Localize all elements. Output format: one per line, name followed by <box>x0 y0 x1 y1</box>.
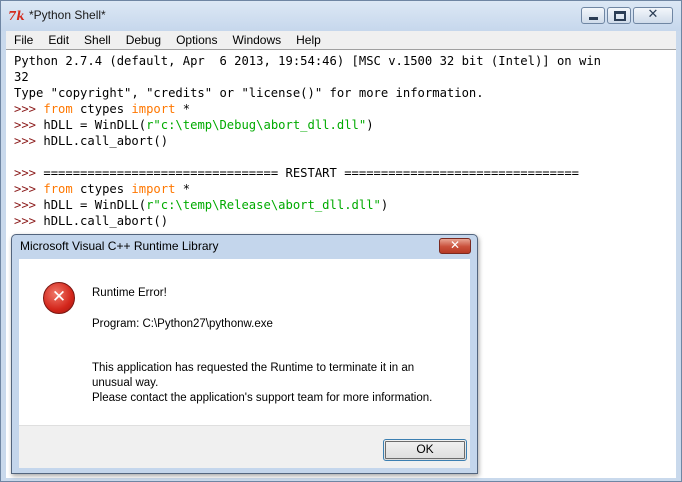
dialog-title: Microsoft Visual C++ Runtime Library <box>20 239 219 253</box>
prompt: >>> <box>14 118 37 132</box>
code-text: ctypes <box>72 182 132 196</box>
banner-line-2: 32 <box>14 70 29 84</box>
dialog-close-button[interactable]: ✕ <box>439 238 471 254</box>
restart-banner: ================================ RESTART… <box>36 166 579 180</box>
window-title: *Python Shell* <box>29 8 106 22</box>
menu-windows[interactable]: Windows <box>224 31 288 47</box>
shell-output: Python 2.7.4 (default, Apr 6 2013, 19:54… <box>14 53 601 229</box>
message-line: Please contact the application's support… <box>92 392 433 404</box>
keyword: import <box>131 102 176 116</box>
maximize-button[interactable] <box>607 7 631 24</box>
shell-line: >>> ================================ RES… <box>14 165 601 181</box>
code-text: ) <box>366 118 374 132</box>
shell-line: >>> hDLL = WinDLL(r"c:\temp\Release\abor… <box>14 197 601 213</box>
code-text: ctypes <box>72 102 132 116</box>
prompt: >>> <box>14 214 37 228</box>
code-text: ) <box>380 198 389 212</box>
code-text: hDLL = WinDLL( <box>36 118 147 132</box>
error-heading: Runtime Error! <box>92 287 167 299</box>
menu-edit[interactable]: Edit <box>40 31 76 47</box>
prompt: >>> <box>14 182 37 196</box>
menu-help[interactable]: Help <box>288 31 328 47</box>
error-message: This application has requested the Runti… <box>92 361 432 406</box>
menu-options[interactable]: Options <box>168 31 224 47</box>
close-button[interactable]: ✕ <box>633 7 673 24</box>
prompt: >>> <box>14 134 37 148</box>
minimize-button[interactable] <box>581 7 605 24</box>
keyword: from <box>43 182 73 196</box>
shell-line: >>> from ctypes import * <box>14 101 601 117</box>
code-text: hDLL = WinDLL( <box>36 198 147 212</box>
prompt: >>> <box>14 166 37 180</box>
error-icon: ✕ <box>43 282 75 314</box>
menu-file[interactable]: File <box>6 31 40 47</box>
shell-line: >>> from ctypes import * <box>14 181 601 197</box>
code-text: * <box>175 102 191 116</box>
shell-line: >>> hDLL.call_abort() <box>14 133 601 149</box>
shell-line: >>> hDLL.call_abort() <box>14 213 601 229</box>
message-line: unusual way. <box>92 377 159 389</box>
prompt: >>> <box>14 198 37 212</box>
title-bar[interactable]: 7k *Python Shell* ✕ <box>1 1 681 31</box>
window-controls: ✕ <box>581 7 673 24</box>
prompt: >>> <box>14 102 37 116</box>
shell-line: >>> hDLL = WinDLL(r"c:\temp\Debug\abort_… <box>14 117 601 133</box>
menu-shell[interactable]: Shell <box>76 31 118 47</box>
tk-feather-icon: 7k <box>8 9 25 23</box>
menu-bar: File Edit Shell Debug Options Windows Help <box>6 31 676 49</box>
banner-line-1: Python 2.7.4 (default, Apr 6 2013, 19:54… <box>14 54 601 68</box>
dialog-body: ✕ Runtime Error! Program: C:\Python27\py… <box>19 259 470 425</box>
runtime-error-dialog: Microsoft Visual C++ Runtime Library ✕ ✕… <box>11 234 478 474</box>
close-icon: ✕ <box>449 238 461 252</box>
banner-line-3: Type "copyright", "credits" or "license(… <box>14 86 484 100</box>
keyword: from <box>43 102 73 116</box>
message-line: This application has requested the Runti… <box>92 362 415 374</box>
code-text: * <box>175 182 191 196</box>
code-text: hDLL.call_abort() <box>36 214 169 228</box>
keyword: import <box>131 182 176 196</box>
menu-debug[interactable]: Debug <box>118 31 168 47</box>
minimize-icon <box>589 17 598 20</box>
code-text: hDLL.call_abort() <box>36 134 169 148</box>
string-literal: r"c:\temp\Debug\abort_dll.dll" <box>146 118 367 132</box>
dialog-footer: OK <box>19 425 470 468</box>
string-literal: r"c:\temp\Release\abort_dll.dll" <box>146 198 381 212</box>
maximize-icon <box>614 11 626 21</box>
close-icon: ✕ <box>647 7 659 22</box>
ok-button[interactable]: OK <box>383 439 467 461</box>
program-path: Program: C:\Python27\pythonw.exe <box>92 318 273 330</box>
